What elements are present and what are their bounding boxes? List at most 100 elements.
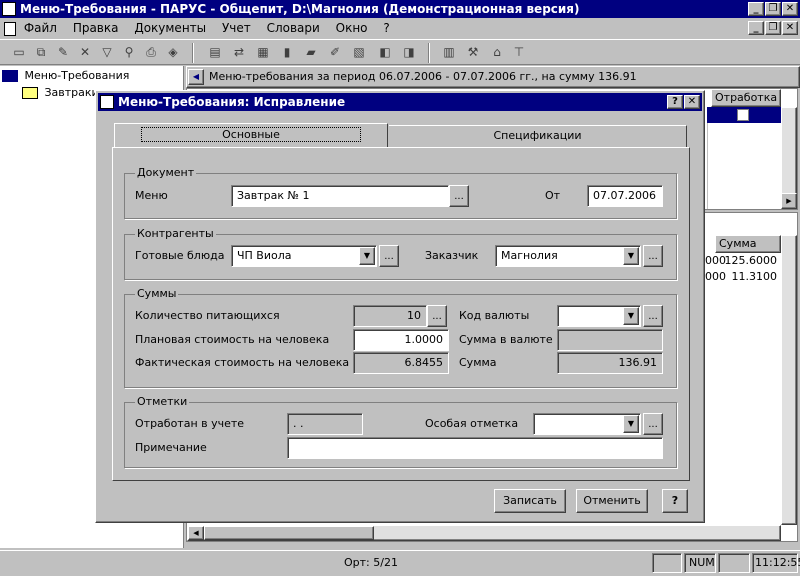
menu-window[interactable]: Окно (336, 21, 368, 35)
export-icon[interactable]: ◈ (164, 43, 182, 61)
plan-cost-field[interactable]: 1.0000 (353, 329, 449, 351)
tree-item-label: Завтраки (44, 86, 99, 99)
date-field[interactable]: 07.07.2006 (587, 185, 663, 207)
dishes-select[interactable]: ЧП Виола ▼ (231, 245, 377, 267)
currency-code-select[interactable]: ▼ (557, 305, 641, 327)
group-icon[interactable]: ◧ (376, 43, 394, 61)
currency-code-label: Код валюты (459, 309, 530, 322)
archive-icon[interactable]: ◨ (400, 43, 418, 61)
close-button[interactable]: ✕ (782, 2, 798, 16)
menu-browse-button[interactable]: ... (449, 185, 469, 207)
col-summa-header[interactable]: Сумма (715, 235, 781, 253)
minimize-button[interactable]: _ (748, 2, 764, 16)
sum-field[interactable]: 136.91 (557, 352, 663, 374)
clipboard-icon[interactable]: ▧ (350, 43, 368, 61)
child-minimize-button[interactable]: _ (748, 21, 764, 35)
book-icon (2, 70, 18, 82)
dialog-title: Меню-Требования: Исправление (118, 95, 346, 109)
currency-sum-field[interactable] (557, 329, 663, 351)
tab-main[interactable]: Основные (114, 123, 388, 147)
special-mark-browse-button[interactable]: ... (643, 413, 663, 435)
tools-icon[interactable]: ⚒ (464, 43, 482, 61)
home-icon[interactable]: ⌂ (488, 43, 506, 61)
menu-help[interactable]: ? (383, 21, 389, 35)
scroll-thumb[interactable] (204, 526, 374, 540)
move-icon[interactable]: ⇄ (230, 43, 248, 61)
folder-icon[interactable]: ▰ (302, 43, 320, 61)
menu-file[interactable]: Файл (24, 21, 57, 35)
book-icon[interactable]: ▮ (278, 43, 296, 61)
fact-cost-field[interactable]: 6.8455 (353, 352, 449, 374)
col-otrabotka-header[interactable]: Отработка (711, 89, 781, 107)
currency-sum-label: Сумма в валюте (459, 333, 553, 346)
chevron-down-icon[interactable]: ▼ (623, 247, 639, 265)
child-close-button[interactable]: ✕ (782, 21, 798, 35)
app-title: Меню-Требования - ПАРУС - Общепит, D:\Ма… (20, 2, 580, 16)
dishes-browse-button[interactable]: ... (379, 245, 399, 267)
menu-accounting[interactable]: Учет (222, 21, 251, 35)
row-left-cell: 000 (705, 270, 726, 283)
customer-browse-button[interactable]: ... (643, 245, 663, 267)
dishes-value: ЧП Виола (237, 249, 292, 262)
chevron-down-icon[interactable]: ▼ (623, 307, 639, 325)
status-records: Орт: 5/21 (344, 556, 398, 569)
menu-edit[interactable]: Правка (73, 21, 119, 35)
status-empty-2 (718, 553, 750, 573)
menu-doc-icon[interactable] (4, 21, 16, 36)
save-button[interactable]: Записать (494, 489, 566, 513)
special-mark-label: Особая отметка (425, 417, 519, 430)
edit-icon[interactable]: ✎ (54, 43, 72, 61)
chevron-down-icon[interactable]: ▼ (623, 415, 639, 433)
pen-icon[interactable]: ✐ (326, 43, 344, 61)
table-row[interactable]: 000 125.6000 (705, 253, 781, 269)
print-icon[interactable]: ⎙ (142, 43, 160, 61)
tab-specifications[interactable]: Спецификации (389, 125, 687, 147)
eaters-browse-button[interactable]: ... (427, 305, 447, 327)
sum-label: Сумма (459, 356, 497, 369)
customer-label: Заказчик (425, 249, 479, 262)
currency-code-browse-button[interactable]: ... (643, 305, 663, 327)
restore-button[interactable]: ❐ (765, 2, 781, 16)
vertical-scrollbar-2[interactable] (781, 235, 797, 525)
special-mark-select[interactable]: ▼ (533, 413, 641, 435)
selected-row[interactable] (707, 107, 781, 123)
help-button[interactable]: ? (662, 489, 688, 513)
chevron-down-icon[interactable]: ▼ (359, 247, 375, 265)
toolbar-separator (192, 43, 194, 63)
menu-documents[interactable]: Документы (134, 21, 206, 35)
copy-icon[interactable]: ⧉ (32, 43, 50, 61)
link-icon[interactable]: ⚲ (120, 43, 138, 61)
app-icon (2, 2, 16, 16)
menu-dictionaries[interactable]: Словари (267, 21, 320, 35)
tree-root[interactable]: Меню-Требования (2, 69, 129, 82)
edit-dialog: Меню-Требования: Исправление ? ✕ Основны… (95, 90, 705, 523)
new-icon[interactable]: ▭ (10, 43, 28, 61)
back-arrow-button[interactable]: ◀ (188, 69, 204, 85)
table-icon[interactable]: ▦ (254, 43, 272, 61)
scroll-left-icon[interactable]: ◀ (188, 526, 204, 540)
eaters-field[interactable]: 10 (353, 305, 427, 327)
row-summa-cell: 11.3100 (731, 270, 778, 283)
delete-icon[interactable]: ✕ (76, 43, 94, 61)
tree-item-breakfasts[interactable]: Завтраки (22, 86, 99, 99)
group-marks-title: Отметки (135, 395, 190, 408)
doc-icon[interactable]: ▤ (206, 43, 224, 61)
tree-icon[interactable]: ⊤ (510, 43, 528, 61)
list-header-text: Меню-требования за период 06.07.2006 - 0… (209, 70, 637, 83)
child-restore-button[interactable]: ❐ (765, 21, 781, 35)
cancel-button[interactable]: Отменить (576, 489, 648, 513)
processed-label: Отработан в учете (135, 417, 245, 430)
menu-field[interactable]: Завтрак № 1 (231, 185, 449, 207)
filter-icon[interactable]: ▽ (98, 43, 116, 61)
scroll-down-icon[interactable]: ▶ (781, 193, 797, 209)
dialog-help-button[interactable]: ? (667, 95, 683, 109)
dialog-close-button[interactable]: ✕ (684, 95, 700, 109)
note-field[interactable] (287, 437, 663, 459)
row-checkbox[interactable] (737, 109, 749, 121)
menu-bar: Файл Правка Документы Учет Словари Окно … (0, 18, 800, 38)
customer-select[interactable]: Магнолия ▼ (495, 245, 641, 267)
table-row[interactable]: 000 11.3100 (705, 269, 781, 285)
processed-field[interactable]: . . (287, 413, 363, 435)
horizontal-scrollbar[interactable]: ◀ (187, 525, 781, 541)
calculator-icon[interactable]: ▥ (440, 43, 458, 61)
